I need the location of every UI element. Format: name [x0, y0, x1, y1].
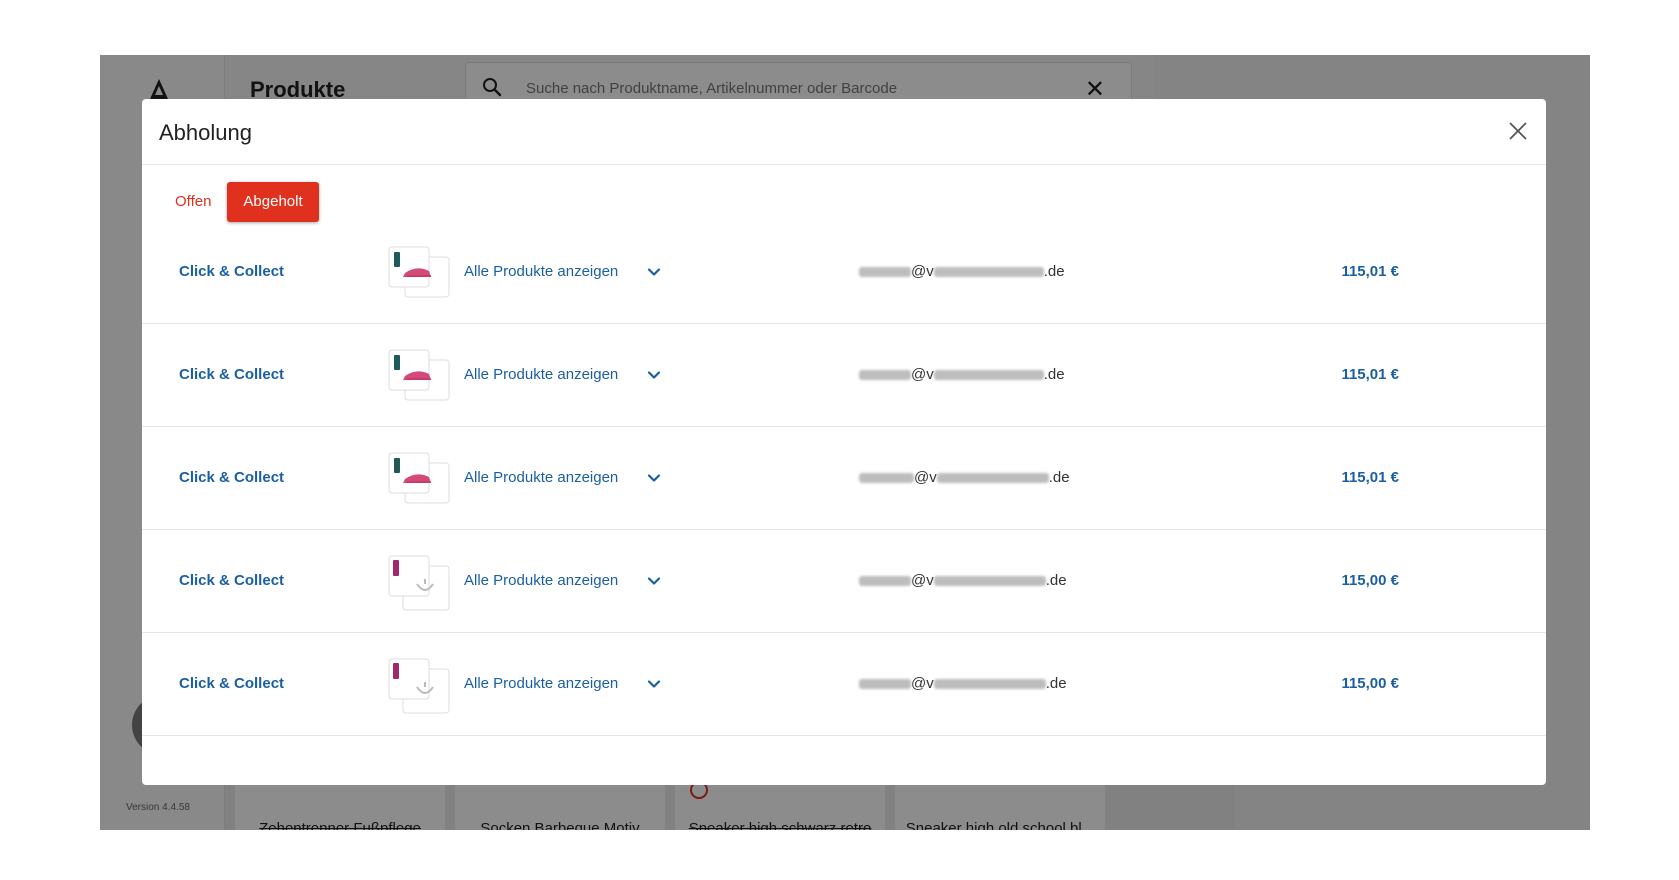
email-at: @v [914, 469, 937, 486]
customer-email: @v .de [859, 469, 1070, 486]
email-at: @v [911, 366, 934, 383]
email-at: @v [911, 675, 934, 692]
customer-email: @v .de [859, 263, 1065, 280]
customer-email: @v .de [859, 572, 1067, 589]
close-icon[interactable] [1506, 119, 1530, 143]
redacted-text [933, 679, 1046, 690]
order-price: 115,01 € [1341, 469, 1399, 486]
chevron-down-icon[interactable] [646, 676, 662, 692]
show-all-products-link[interactable]: Alle Produkte anzeigen [464, 263, 618, 280]
shoe-thumbnail-icon [385, 346, 455, 406]
order-type[interactable]: Click & Collect [179, 572, 284, 589]
redacted-text [933, 267, 1044, 278]
email-tld: .de [1045, 572, 1067, 589]
chevron-down-icon[interactable] [646, 573, 662, 589]
order-price: 115,00 € [1341, 675, 1399, 692]
shoe-thumbnail-icon [385, 449, 455, 509]
email-tld: .de [1045, 675, 1067, 692]
redacted-text [859, 370, 911, 381]
redacted-text [859, 576, 911, 587]
redacted-text [859, 267, 911, 278]
bag-thumbnail-icon [385, 655, 455, 715]
modal-title: Abholung [159, 120, 252, 145]
redacted-text [859, 679, 911, 690]
order-row[interactable]: Click & Collect Alle Produkte anzeigen @v.… [142, 324, 1546, 427]
order-type[interactable]: Click & Collect [179, 469, 284, 486]
shoe-thumbnail-icon [385, 243, 455, 303]
status-tabs: Offen Abgeholt [162, 182, 319, 222]
tab-abgeholt[interactable]: Abgeholt [227, 182, 319, 222]
chevron-down-icon[interactable] [646, 470, 662, 486]
chevron-down-icon[interactable] [646, 264, 662, 280]
pickup-modal: Abholung Offen Abgeholt Click & Collect A… [142, 99, 1546, 785]
order-row[interactable]: Click & Collect Alle Produkte anzeigen @v.… [142, 427, 1546, 530]
order-type[interactable]: Click & Collect [179, 675, 284, 692]
email-tld: .de [1043, 366, 1065, 383]
show-all-products-link[interactable]: Alle Produkte anzeigen [464, 469, 618, 486]
redacted-text [859, 473, 914, 484]
order-row[interactable]: Click & Collect Alle Produkte anzeigen @v.… [142, 633, 1546, 736]
redacted-text [933, 576, 1046, 587]
show-all-products-link[interactable]: Alle Produkte anzeigen [464, 675, 618, 692]
redacted-text [933, 370, 1044, 381]
order-row[interactable]: Click & Collect Alle Produkte anzeigen @v.… [142, 221, 1546, 324]
customer-email: @v .de [859, 675, 1067, 692]
order-row[interactable] [142, 736, 1546, 785]
order-price: 115,00 € [1341, 572, 1399, 589]
order-price: 115,01 € [1341, 263, 1399, 280]
order-row[interactable]: Click & Collect Alle Produkte anzeigen @v.… [142, 530, 1546, 633]
order-type[interactable]: Click & Collect [179, 366, 284, 383]
show-all-products-link[interactable]: Alle Produkte anzeigen [464, 572, 618, 589]
email-tld: .de [1043, 263, 1065, 280]
tab-offen[interactable]: Offen [162, 182, 227, 222]
email-tld: .de [1048, 469, 1070, 486]
modal-header: Abholung [142, 99, 1546, 165]
customer-email: @v .de [859, 366, 1065, 383]
show-all-products-link[interactable]: Alle Produkte anzeigen [464, 366, 618, 383]
order-price: 115,01 € [1341, 366, 1399, 383]
order-type[interactable]: Click & Collect [179, 263, 284, 280]
email-at: @v [911, 572, 934, 589]
bag-thumbnail-icon [385, 552, 455, 612]
redacted-text [936, 473, 1049, 484]
email-at: @v [911, 263, 934, 280]
order-list: Click & Collect Alle Produkte anzeigen @v.… [142, 221, 1546, 785]
chevron-down-icon[interactable] [646, 367, 662, 383]
